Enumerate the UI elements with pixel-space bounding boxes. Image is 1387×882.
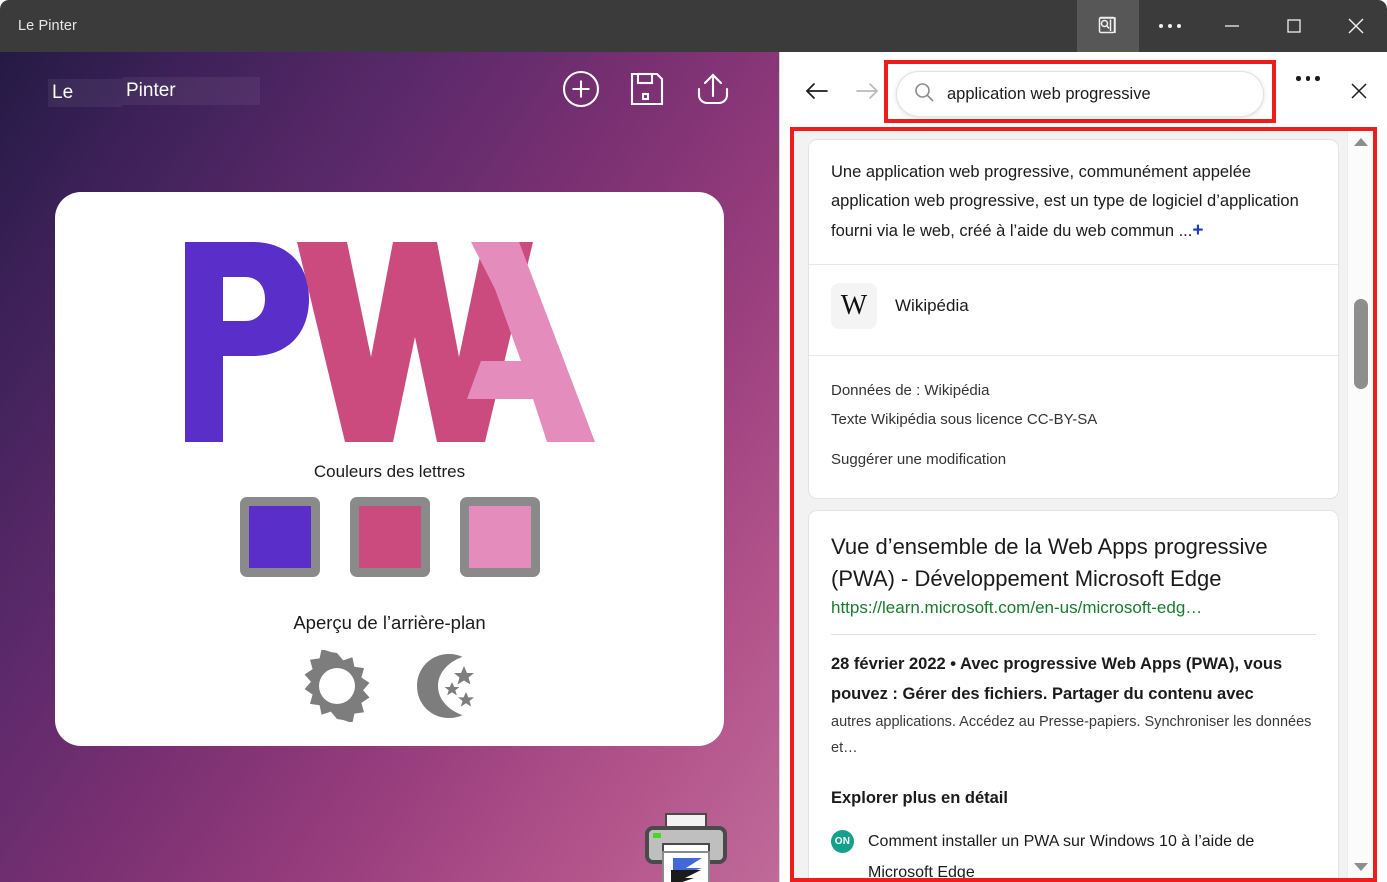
share-button[interactable] (691, 67, 735, 111)
search-input-value: application web progressive (947, 84, 1151, 103)
letter-color-swatches (55, 497, 724, 577)
search-input[interactable]: application web progressive (896, 71, 1264, 117)
sidebar-close-button[interactable] (1342, 74, 1376, 108)
toolbar-actions (559, 67, 735, 111)
moon-icon[interactable] (407, 650, 479, 722)
sun-icon[interactable] (301, 648, 373, 724)
theme-options (55, 648, 724, 724)
search-highlight: application web progressive (884, 60, 1276, 123)
close-icon (1344, 14, 1368, 38)
scroll-down-button[interactable] (1348, 856, 1373, 878)
suggest-edit-link[interactable]: Suggérer une modification (831, 445, 1316, 474)
results-scrollbar[interactable] (1347, 131, 1373, 878)
web-result-title[interactable]: Vue d’ensemble de la Web Apps progressiv… (831, 531, 1316, 595)
last-name-field[interactable]: Pinter (122, 77, 260, 105)
attribution-license: Texte Wikipédia sous licence CC-BY-SA (831, 411, 1098, 428)
sidebar-search-icon (1096, 14, 1120, 38)
minimize-icon (1221, 15, 1243, 37)
maximize-icon (1283, 15, 1305, 37)
sidebar-header: application web progressive (780, 52, 1387, 130)
background-preview-label: Aperçu de l’arrière-plan (293, 612, 486, 633)
search-sidebar: application web progressive Une applicat… (779, 52, 1387, 882)
add-button[interactable] (559, 67, 603, 111)
onmsft-icon: ON (831, 830, 854, 853)
pwa-logo (184, 242, 595, 442)
swatch-light-pink[interactable] (459, 497, 540, 577)
attribution-section: Données de : Wikipédia Texte Wikipédia s… (809, 355, 1338, 498)
minimize-button[interactable] (1201, 0, 1263, 52)
scroll-up-button[interactable] (1348, 131, 1373, 153)
list-item[interactable]: ON Comment installer un PWA sur Windows … (831, 826, 1316, 878)
search-results-list: Une application web progressive, communé… (794, 131, 1347, 878)
scroll-down-arrow-icon (1354, 863, 1368, 871)
explore-more-title: Explorer plus en détail (831, 789, 1008, 807)
editor-canvas: Le Pinter Couleurs des lettres Aperçu de… (0, 52, 779, 882)
search-results-area: Une application web progressive, communé… (794, 131, 1373, 878)
abstract-text: Une application web progressive, communé… (831, 158, 1316, 246)
abstract-card: Une application web progressive, communé… (808, 139, 1339, 499)
web-result-snippet: autres applications. Accédez au Presse-p… (831, 714, 1312, 756)
scrollbar-thumb[interactable] (1354, 299, 1368, 389)
abstract-section: Une application web progressive, communé… (809, 140, 1338, 264)
letter-colors-label: Couleurs des lettres (313, 462, 466, 481)
swatch-pink[interactable] (349, 497, 430, 577)
window-title: Le Pinter (18, 18, 77, 34)
abstract-body: Une application web progressive, communé… (831, 163, 1299, 240)
explore-item-text: Comment installer un PWA sur Windows 10 … (868, 833, 1255, 878)
source-row[interactable]: W Wikipédia (809, 264, 1338, 355)
expand-abstract-button[interactable]: + (1192, 220, 1203, 241)
close-button[interactable] (1325, 0, 1387, 52)
title-bar: Le Pinter (0, 0, 1387, 52)
wikipedia-icon: W (831, 283, 877, 329)
printer-icon[interactable] (637, 812, 735, 882)
web-result-snippet-strong: 28 février 2022 • Avec progressive Web A… (831, 655, 1283, 703)
back-button[interactable] (794, 68, 840, 114)
first-name-field[interactable]: Le (48, 79, 122, 107)
editor-toolbar: Le Pinter (0, 52, 779, 124)
sidebar-more-button[interactable] (1296, 76, 1320, 81)
attribution-data-source: Données de : Wikipédia (831, 382, 990, 399)
maximize-button[interactable] (1263, 0, 1325, 52)
window-more-button[interactable] (1139, 0, 1201, 52)
scroll-up-arrow-icon (1354, 138, 1368, 146)
divider (831, 634, 1316, 635)
window-controls (1077, 0, 1387, 52)
save-button[interactable] (625, 67, 669, 111)
application-window: Le Pinter Le Pinter Couleurs des lettres… (0, 0, 1387, 882)
search-icon (913, 81, 935, 108)
web-result-section: Vue d’ensemble de la Web Apps progressiv… (809, 511, 1338, 878)
more-dots-icon (1159, 24, 1181, 28)
source-name: Wikipédia (895, 296, 969, 315)
web-result-card: Vue d’ensemble de la Web Apps progressiv… (808, 510, 1339, 878)
sidebar-search-button[interactable] (1077, 0, 1139, 52)
swatch-purple[interactable] (239, 497, 320, 577)
web-result-url[interactable]: https://learn.microsoft.com/en-us/micros… (831, 598, 1316, 618)
preview-card: Couleurs des lettres Aperçu de l’arrière… (55, 192, 724, 746)
